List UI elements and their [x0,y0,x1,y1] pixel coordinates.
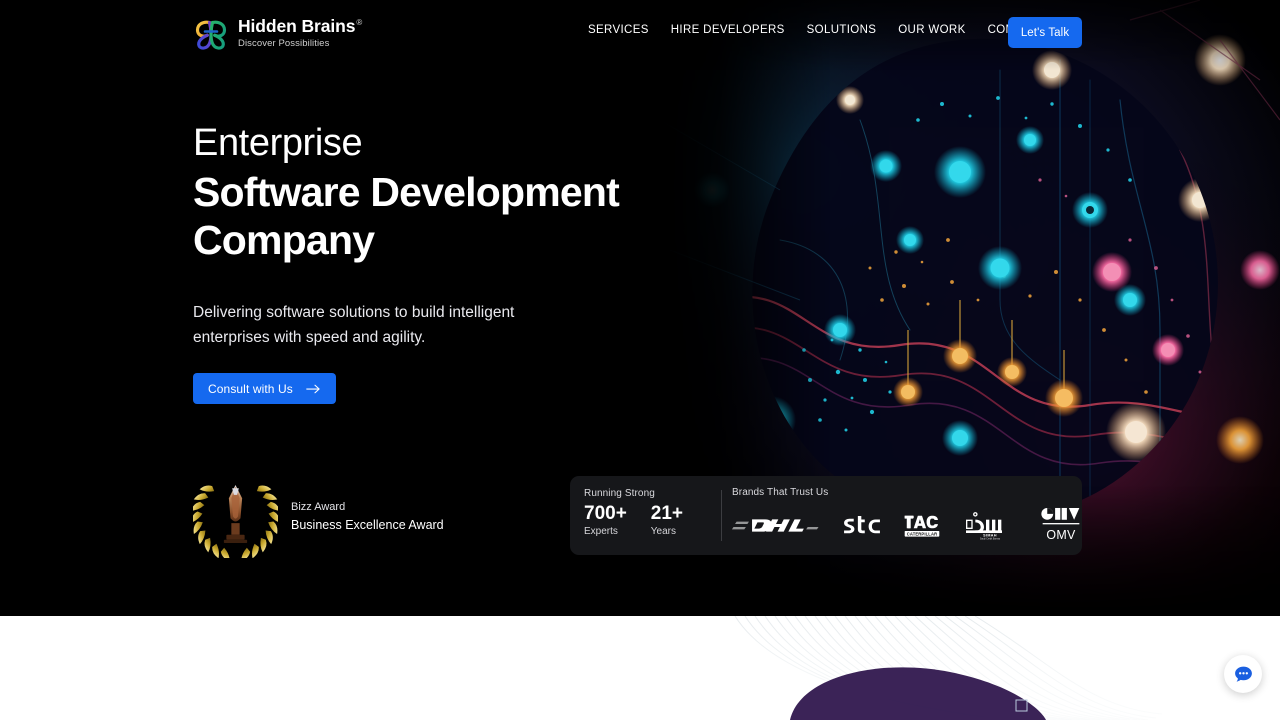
card-divider [721,490,722,541]
stc-logo-icon [842,514,882,536]
omv-logo-icon: OMV [1040,506,1082,544]
arrow-right-icon [306,383,321,395]
hero-heading-line-1: Enterprise [193,124,663,162]
brands-block: Brands That Trust Us [732,476,1082,555]
hidden-brains-butterfly-logo-icon [193,15,229,51]
chat-widget-button[interactable] [1224,655,1262,693]
stats-and-brands-card: Running Strong 700+ Experts 21+ Years Br… [570,476,1082,555]
site-logo[interactable]: Hidden Brains® Discover Possibilities [193,15,362,51]
laurel-trophy-award-badge-icon [193,475,278,558]
hero-heading-line-2: Software Development Company [193,169,663,264]
stat-experts-value: 700+ [584,504,627,524]
nav-item-services[interactable]: SERVICES [588,24,660,36]
stat-years-value: 21+ [651,504,683,524]
site-header: Hidden Brains® Discover Possibilities SE… [0,0,1280,64]
stat-experts-caption: Experts [584,526,627,537]
logo-registered-mark: ® [356,18,362,27]
award-block: Bizz Award Business Excellence Award [193,475,444,558]
hero-subheading: Delivering software solutions to build i… [193,301,573,350]
chat-bubble-icon [1233,664,1254,685]
stat-years: 21+ Years [651,504,683,537]
stat-years-caption: Years [651,526,683,537]
logo-name-text: Hidden Brains [238,16,355,36]
logo-tagline: Discover Possibilities [238,39,362,49]
section-swirl-artwork [0,616,1280,720]
nav-item-hire-developers[interactable]: HIRE DEVELOPERS [660,24,796,36]
consult-with-us-button[interactable]: Consult with Us [193,373,336,404]
award-text: Bizz Award Business Excellence Award [291,501,444,533]
logo-wordmark: Hidden Brains® Discover Possibilities [238,17,362,49]
hero-copy: Enterprise Software Development Company … [193,124,663,404]
hero-section: Hidden Brains® Discover Possibilities SE… [0,0,1280,616]
brand-logo-row: CATERPILLAR SIMAH Saudi Credit Bure [732,506,1082,544]
stats-block: Running Strong 700+ Experts 21+ Years [570,476,721,555]
award-subtitle: Business Excellence Award [291,519,444,533]
svg-text:Saudi Credit Bureau: Saudi Credit Bureau [980,537,1001,540]
svg-text:SIMAH: SIMAH [983,533,997,537]
stat-experts: 700+ Experts [584,504,627,537]
consult-button-label: Consult with Us [208,382,293,396]
svg-text:CATERPILLAR: CATERPILLAR [907,531,937,536]
award-title: Bizz Award [291,501,444,513]
brands-label: Brands That Trust Us [732,487,1082,498]
svg-text:OMV: OMV [1046,528,1076,542]
main-navigation: SERVICES HIRE DEVELOPERS SOLUTIONS OUR W… [588,24,1058,36]
caterpillar-logo-icon: CATERPILLAR [904,513,940,538]
nav-item-our-work[interactable]: OUR WORK [887,24,976,36]
nav-item-solutions[interactable]: SOLUTIONS [796,24,888,36]
dhl-logo-icon [732,517,820,534]
stats-label: Running Strong [584,488,721,499]
next-section [0,616,1280,720]
lets-talk-button[interactable]: Let's Talk [1008,17,1082,48]
simah-logo-icon: SIMAH Saudi Credit Bureau [962,509,1018,541]
stats-numbers: 700+ Experts 21+ Years [584,504,721,537]
